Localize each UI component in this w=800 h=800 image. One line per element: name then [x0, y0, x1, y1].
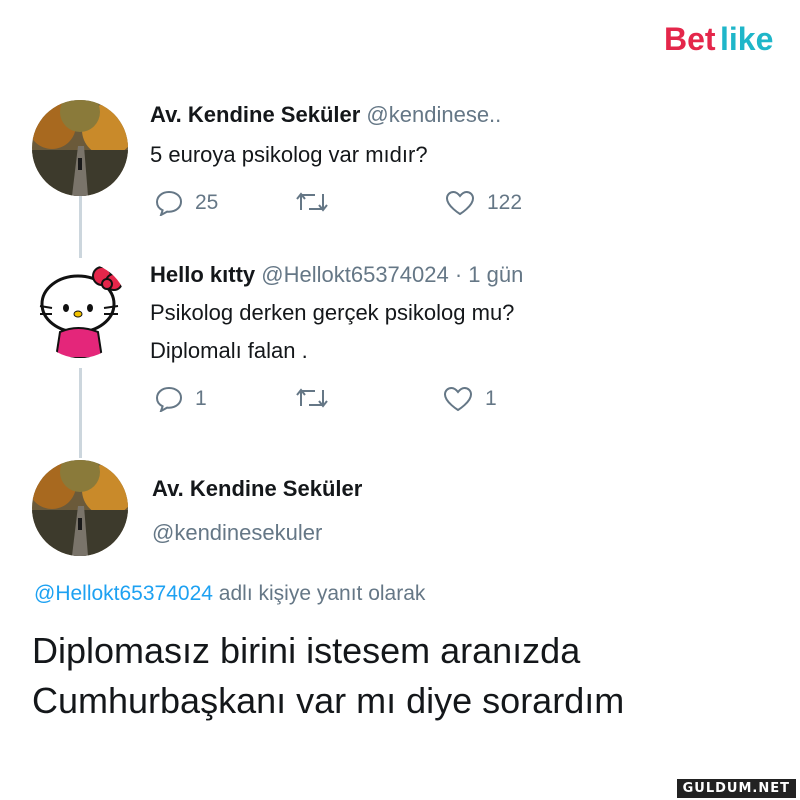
reply-button[interactable]: 1 — [155, 386, 207, 412]
tweet-line: Cumhurbaşkanı var mı diye sorardım — [32, 680, 625, 721]
tweet-text: Psikolog derken gerçek psikolog mu? Dipl… — [150, 294, 514, 370]
avatar[interactable] — [32, 262, 128, 358]
tweet-text: 5 euroya psikolog var mıdır? — [150, 136, 428, 174]
tweet-actions: 1 1 — [155, 386, 575, 416]
author-handle[interactable]: @kendinesekuler — [152, 520, 322, 546]
tweet-actions: 25 122 — [155, 190, 575, 220]
tweet-line: 5 euroya psikolog var mıdır? — [150, 142, 428, 167]
author-name[interactable]: Hello kıtty — [150, 262, 255, 287]
reply-suffix: adlı kişiye yanıt olarak — [218, 582, 426, 605]
tweet-header: Av. Kendine Seküler @kendinese.. — [150, 102, 501, 128]
reply-icon — [155, 386, 183, 412]
tweet-line: Psikolog derken gerçek psikolog mu? — [150, 300, 515, 325]
like-button[interactable]: 122 — [445, 190, 522, 216]
retweet-button[interactable] — [295, 386, 329, 410]
avatar[interactable] — [32, 460, 128, 556]
focused-tweet-text: Diplomasız birini istesem aranızda Cumhu… — [32, 626, 624, 726]
like-count: 1 — [485, 387, 497, 410]
reply-icon — [155, 190, 183, 216]
tweet-header: Hello kıtty @Hellokt65374024 · 1 gün — [150, 262, 523, 288]
reply-button[interactable]: 25 — [155, 190, 218, 216]
retweet-button[interactable] — [295, 190, 329, 214]
heart-icon — [445, 190, 475, 216]
avatar[interactable] — [32, 100, 128, 196]
author-name[interactable]: Av. Kendine Seküler — [152, 476, 362, 502]
retweet-icon — [296, 192, 328, 212]
reply-context: @Hellokt65374024 adlı kişiye yanıt olara… — [34, 582, 425, 606]
svg-text:Bet: Bet — [664, 21, 716, 57]
tweet-line: Diplomasız birini istesem aranızda — [32, 630, 581, 671]
reply-count: 1 — [195, 387, 207, 410]
author-handle[interactable]: @kendinese.. — [366, 102, 501, 127]
author-handle[interactable]: @Hellokt65374024 · 1 gün — [261, 262, 523, 287]
reply-count: 25 — [195, 191, 219, 214]
betlike-logo: Bet like — [664, 20, 776, 60]
reply-mention[interactable]: @Hellokt65374024 — [34, 582, 213, 605]
thread-line — [79, 196, 82, 258]
like-button[interactable]: 1 — [443, 386, 497, 412]
thread-line — [79, 368, 82, 458]
heart-icon — [443, 386, 473, 412]
watermark: GULDUM.NET — [676, 779, 796, 798]
tweet-line: Diplomalı falan . — [150, 338, 308, 363]
author-name[interactable]: Av. Kendine Seküler — [150, 102, 360, 127]
like-count: 122 — [487, 191, 523, 214]
svg-text:like: like — [720, 21, 773, 57]
retweet-icon — [296, 388, 328, 408]
